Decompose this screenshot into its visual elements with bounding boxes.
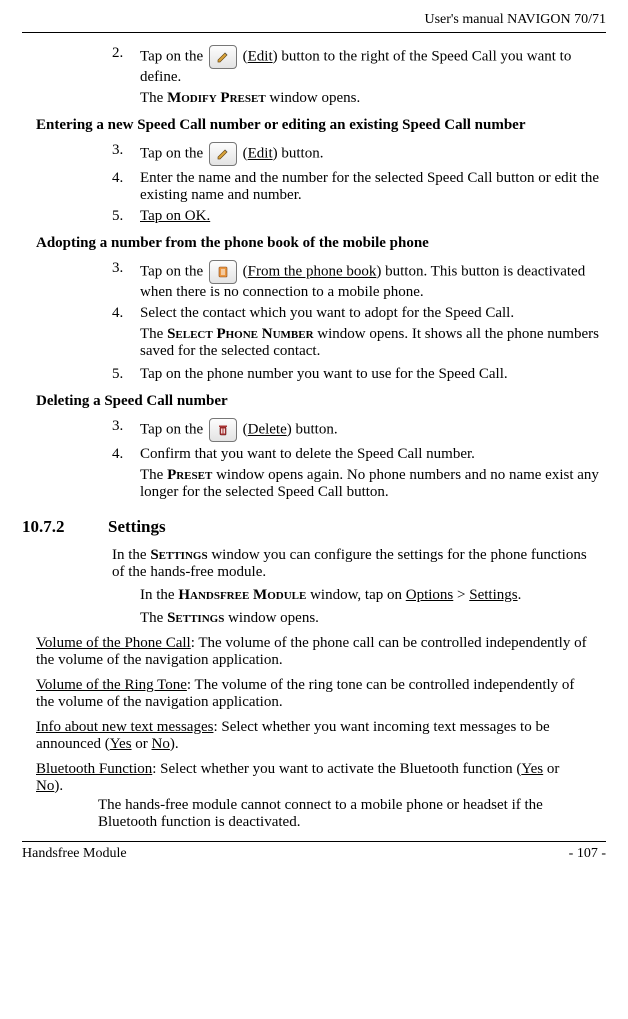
heading-adopt-phonebook: Adopting a number from the phone book of… [36, 235, 606, 252]
step-3c: 3. Tap on the (Delete) button. [112, 418, 606, 442]
step-body: Tap on the (Delete) button. [140, 418, 606, 442]
step-number: 2. [112, 45, 140, 86]
section-heading: 10.7.2 Settings [22, 517, 606, 537]
step-4c: 4. Confirm that you want to delete the S… [112, 446, 606, 463]
step-number: 5. [112, 208, 140, 225]
step-number: 4. [112, 305, 140, 322]
def-bluetooth: Bluetooth Function: Select whether you w… [36, 761, 592, 795]
def-volume-call: Volume of the Phone Call: The volume of … [36, 635, 592, 669]
step-body: Enter the name and the number for the se… [140, 170, 606, 204]
settings-nav: In the Handsfree Module window, tap on O… [140, 587, 606, 604]
phonebook-icon [209, 260, 237, 284]
step-4a: 4. Enter the name and the number for the… [112, 170, 606, 204]
heading-enter-speedcall: Entering a new Speed Call number or edit… [36, 117, 606, 134]
page-footer: Handsfree Module - 107 - [22, 841, 606, 862]
def-volume-ring: Volume of the Ring Tone: The volume of t… [36, 677, 592, 711]
step-number: 4. [112, 170, 140, 204]
section-number: 10.7.2 [22, 517, 108, 537]
step-number: 3. [112, 418, 140, 442]
def-text-messages: Info about new text messages: Select whe… [36, 719, 592, 753]
step-4c-result: The Preset window opens again. No phone … [140, 467, 606, 501]
edit-button-label: Edit [248, 146, 273, 162]
step-5a: 5. Tap on OK. [112, 208, 606, 225]
heading-delete-speedcall: Deleting a Speed Call number [36, 393, 606, 410]
step-number: 5. [112, 366, 140, 383]
step-body: Tap on OK. [140, 208, 606, 225]
settings-opens: The Settings window opens. [140, 610, 606, 627]
footer-right: - 107 - [569, 846, 606, 862]
step-3b: 3. Tap on the (From the phone book) butt… [112, 260, 606, 301]
step-number: 3. [112, 260, 140, 301]
step-2-result: The Modify Preset window opens. [140, 90, 606, 107]
step-body: Tap on the phone number you want to use … [140, 366, 606, 383]
edit-icon [209, 45, 237, 69]
step-number: 3. [112, 142, 140, 166]
step-body: Tap on the (From the phone book) button.… [140, 260, 606, 301]
main-content: 2. Tap on the (Edit) button to the right… [22, 45, 606, 831]
step-5b: 5. Tap on the phone number you want to u… [112, 366, 606, 383]
step-body: Confirm that you want to delete the Spee… [140, 446, 606, 463]
step-body: Tap on the (Edit) button to the right of… [140, 45, 606, 86]
delete-icon [209, 418, 237, 442]
step-body: Select the contact which you want to ado… [140, 305, 606, 322]
step-3a: 3. Tap on the (Edit) button. [112, 142, 606, 166]
phonebook-button-label: From the phone book [248, 264, 377, 280]
step-body: Tap on the (Edit) button. [140, 142, 606, 166]
step-2: 2. Tap on the (Edit) button to the right… [112, 45, 606, 86]
settings-intro: In the Settings window you can configure… [112, 547, 606, 581]
header-title: User's manual NAVIGON 70/71 [424, 12, 606, 27]
page-header: User's manual NAVIGON 70/71 [22, 12, 606, 33]
step-4b: 4. Select the contact which you want to … [112, 305, 606, 322]
section-title: Settings [108, 517, 166, 537]
edit-button-label: Edit [248, 49, 273, 65]
step-number: 4. [112, 446, 140, 463]
footer-left: Handsfree Module [22, 846, 127, 862]
edit-icon [209, 142, 237, 166]
step-4b-result: The Select Phone Number window opens. It… [140, 326, 606, 360]
def-bluetooth-extra: The hands-free module cannot connect to … [98, 797, 606, 831]
delete-button-label: Delete [248, 422, 287, 438]
